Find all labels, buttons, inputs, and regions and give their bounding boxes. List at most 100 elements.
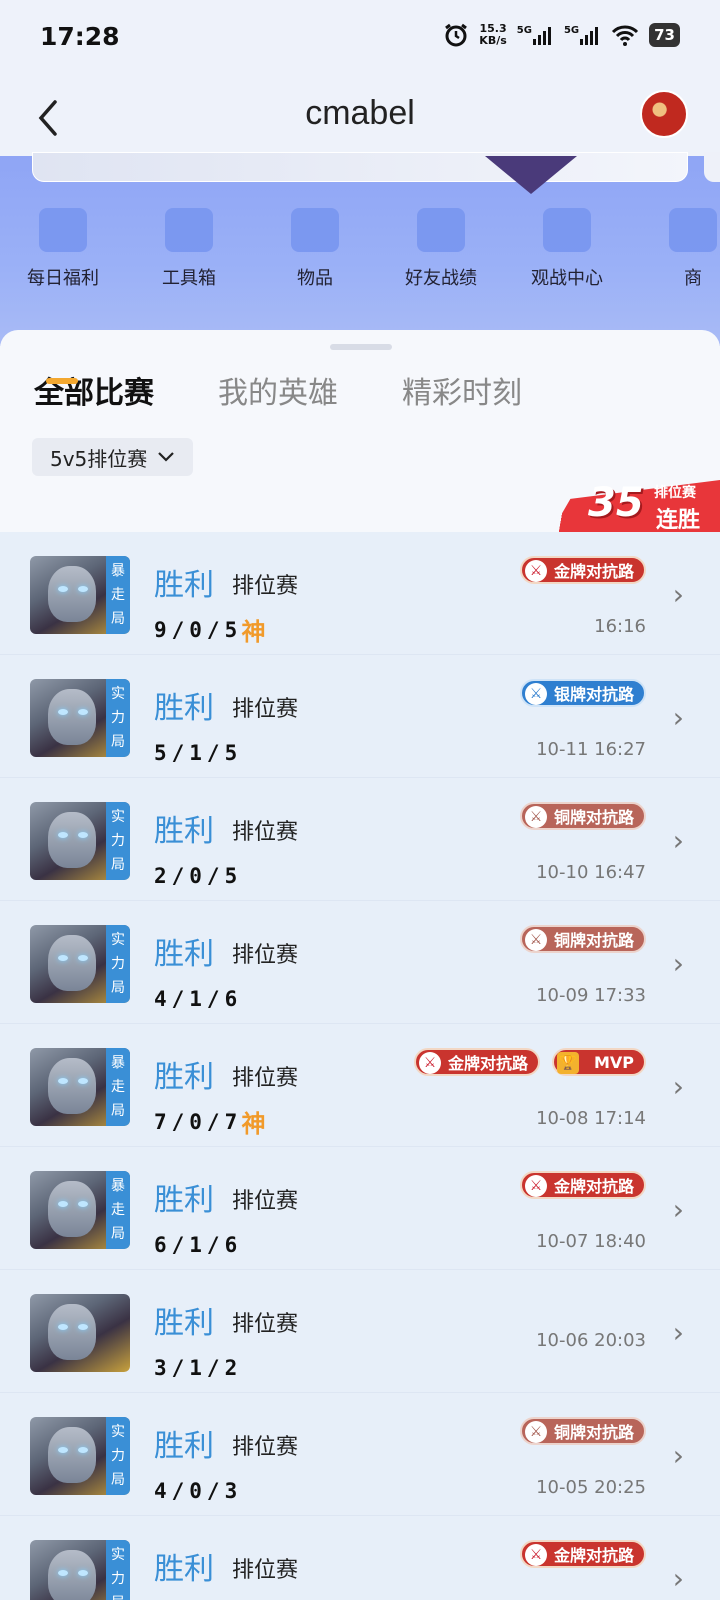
match-time: 16:16 xyxy=(594,616,646,637)
match-tag-char: 局 xyxy=(106,1591,130,1600)
chevron-down-icon xyxy=(158,452,175,462)
match-row[interactable]: 实力局胜利 排位赛 5/1/5 ⚔ 银牌对抗路 10-11 16:27 › xyxy=(0,655,720,778)
match-result: 胜利 xyxy=(154,937,214,972)
quick-menu-label: 物品 xyxy=(297,268,333,289)
lane-medal-badge: ⚔ 金牌对抗路 xyxy=(519,1171,646,1199)
match-tag: 暴走局 xyxy=(106,556,130,634)
hero-eye xyxy=(78,586,88,592)
match-mode: 排位赛 xyxy=(232,1189,299,1214)
wifi-icon xyxy=(611,24,639,46)
hero-thumbnail: 实力局 xyxy=(30,1540,130,1600)
streak-type: 排位赛 xyxy=(654,485,696,501)
streak-count: 35 xyxy=(588,480,644,526)
hero-eye xyxy=(58,1570,68,1576)
hero-face xyxy=(48,1181,96,1237)
match-kda: 7/0/7 xyxy=(154,1110,243,1134)
quick-menu-item[interactable]: 每日福利 xyxy=(0,208,126,290)
crossed-swords-icon: ⚔ xyxy=(524,806,547,828)
match-kda: 4/0/3 xyxy=(154,1479,243,1503)
match-mode: 排位赛 xyxy=(232,1435,299,1460)
match-kda: 3/1/2 xyxy=(154,1356,243,1380)
hero-face xyxy=(48,689,96,745)
drag-handle[interactable] xyxy=(330,344,392,350)
match-tag-char: 局 xyxy=(111,1226,125,1242)
hero-eye xyxy=(58,1078,68,1084)
match-kda: 9/0/5 xyxy=(154,618,243,642)
quick-menu-item[interactable]: 观战中心 xyxy=(504,208,630,290)
status-icons: 15.3 KB/s 5G 5G 73 xyxy=(443,22,680,48)
crossed-swords-icon: ⚔ xyxy=(524,1544,547,1566)
trophy-icon: 🏆 xyxy=(556,1052,579,1074)
quick-menu-label: 好友战绩 xyxy=(405,268,477,289)
hero-thumbnail: 实力局 xyxy=(30,925,130,1003)
tab-0[interactable]: 全部比赛 xyxy=(34,368,154,412)
match-row[interactable]: 实力局胜利 排位赛 4/0/3 ⚔ 铜牌对抗路 10-05 20:25 › xyxy=(0,1393,720,1516)
match-tag-char: 力 xyxy=(111,710,125,726)
chevron-right-icon: › xyxy=(672,701,684,734)
match-tag-char: 局 xyxy=(111,857,125,873)
avatar[interactable] xyxy=(640,90,688,138)
tab-1[interactable]: 我的英雄 xyxy=(218,368,338,412)
hero-face xyxy=(48,1427,96,1483)
items-icon xyxy=(291,208,339,252)
hero-eye xyxy=(58,955,68,961)
match-result: 胜利 xyxy=(154,1552,214,1587)
hero-eye xyxy=(78,1324,88,1330)
quick-menu-label: 工具箱 xyxy=(162,268,216,289)
match-kda: 2/0/5 xyxy=(154,864,243,888)
match-tag: 实力局 xyxy=(106,1417,130,1495)
match-row[interactable]: 暴走局胜利 排位赛 6/1/6 ⚔ 金牌对抗路 10-07 18:40 › xyxy=(0,1147,720,1270)
tab-indicator xyxy=(46,378,78,384)
battery-indicator: 73 xyxy=(649,23,680,47)
chevron-right-icon: › xyxy=(672,947,684,980)
badge-label: 铜牌对抗路 xyxy=(553,931,634,950)
lane-medal-badge: ⚔ 铜牌对抗路 xyxy=(519,1417,646,1445)
match-tag-char: 局 xyxy=(111,1472,125,1488)
banner-card[interactable] xyxy=(32,152,688,182)
quick-menu-item[interactable]: 好友战绩 xyxy=(378,208,504,290)
match-row[interactable]: 实力局胜利 排位赛 4/1/6 ⚔ 铜牌对抗路 10-09 17:33 › xyxy=(0,901,720,1024)
hero-thumbnail: 暴走局 xyxy=(30,556,130,634)
match-time: 10-08 17:14 xyxy=(536,1108,646,1129)
crossed-swords-icon: ⚔ xyxy=(418,1052,441,1074)
match-row[interactable]: 实力局胜利排位赛7/5/11⚔金牌对抗路10-04 20:35› xyxy=(0,1516,720,1600)
match-tag-char: 走 xyxy=(111,1202,125,1218)
quick-menu-item[interactable]: 物品 xyxy=(252,208,378,290)
match-tag-char: 实 xyxy=(111,1547,125,1563)
match-row[interactable]: 实力局胜利 排位赛 2/0/5 ⚔ 铜牌对抗路 10-10 16:47 › xyxy=(0,778,720,901)
banner-card-next[interactable] xyxy=(704,152,720,182)
match-tag: 实力局 xyxy=(106,925,130,1003)
match-tag: 实力局 xyxy=(106,802,130,880)
match-tag-char: 暴 xyxy=(111,1055,125,1071)
chevron-right-icon: › xyxy=(672,1070,684,1103)
mode-filter-dropdown[interactable]: 5v5排位赛 xyxy=(32,438,194,476)
match-mode: 排位赛 xyxy=(232,1558,299,1583)
match-tag-char: 力 xyxy=(111,1448,125,1464)
match-row[interactable]: 暴走局胜利 排位赛 7/0/7 神 🏆 MVP ⚔ 金牌对抗路 10-08 17:14 › xyxy=(0,1024,720,1147)
tab-2[interactable]: 精彩时刻 xyxy=(402,368,522,412)
quick-menu-item[interactable]: 商 xyxy=(630,208,720,290)
quick-menu-label: 商 xyxy=(684,268,702,289)
lane-medal-badge: ⚔ 金牌对抗路 xyxy=(413,1048,540,1076)
match-list: 暴走局胜利 排位赛 9/0/5 神 ⚔ 金牌对抗路 16:16 › 实力局胜利 排位赛 5/1/5 ⚔… xyxy=(0,532,720,1600)
match-tag-char: 局 xyxy=(111,611,125,627)
lane-medal-badge: ⚔ 金牌对抗路 xyxy=(519,1540,646,1568)
match-time: 10-11 16:27 xyxy=(536,739,646,760)
hero-eye xyxy=(58,1201,68,1207)
badge-label: MVP xyxy=(593,1052,634,1072)
match-kda: 6/1/6 xyxy=(154,1233,243,1257)
hero-thumbnail xyxy=(30,1294,130,1372)
hero-eye xyxy=(58,1324,68,1330)
lane-medal-badge: ⚔ 银牌对抗路 xyxy=(519,679,646,707)
quick-menu-item[interactable]: 工具箱 xyxy=(126,208,252,290)
match-row[interactable]: 暴走局胜利 排位赛 9/0/5 神 ⚔ 金牌对抗路 16:16 › xyxy=(0,532,720,655)
quick-menu-label: 每日福利 xyxy=(27,268,99,289)
hero-face xyxy=(48,1304,96,1360)
match-row[interactable]: 胜利 排位赛 3/1/2 10-06 20:03 › xyxy=(0,1270,720,1393)
badge-label: 银牌对抗路 xyxy=(553,685,634,704)
match-mode: 排位赛 xyxy=(232,1066,299,1091)
net-speed-unit: KB/s xyxy=(479,34,507,47)
chevron-right-icon: › xyxy=(672,1193,684,1226)
chevron-right-icon: › xyxy=(672,1439,684,1472)
hero-thumbnail: 实力局 xyxy=(30,802,130,880)
